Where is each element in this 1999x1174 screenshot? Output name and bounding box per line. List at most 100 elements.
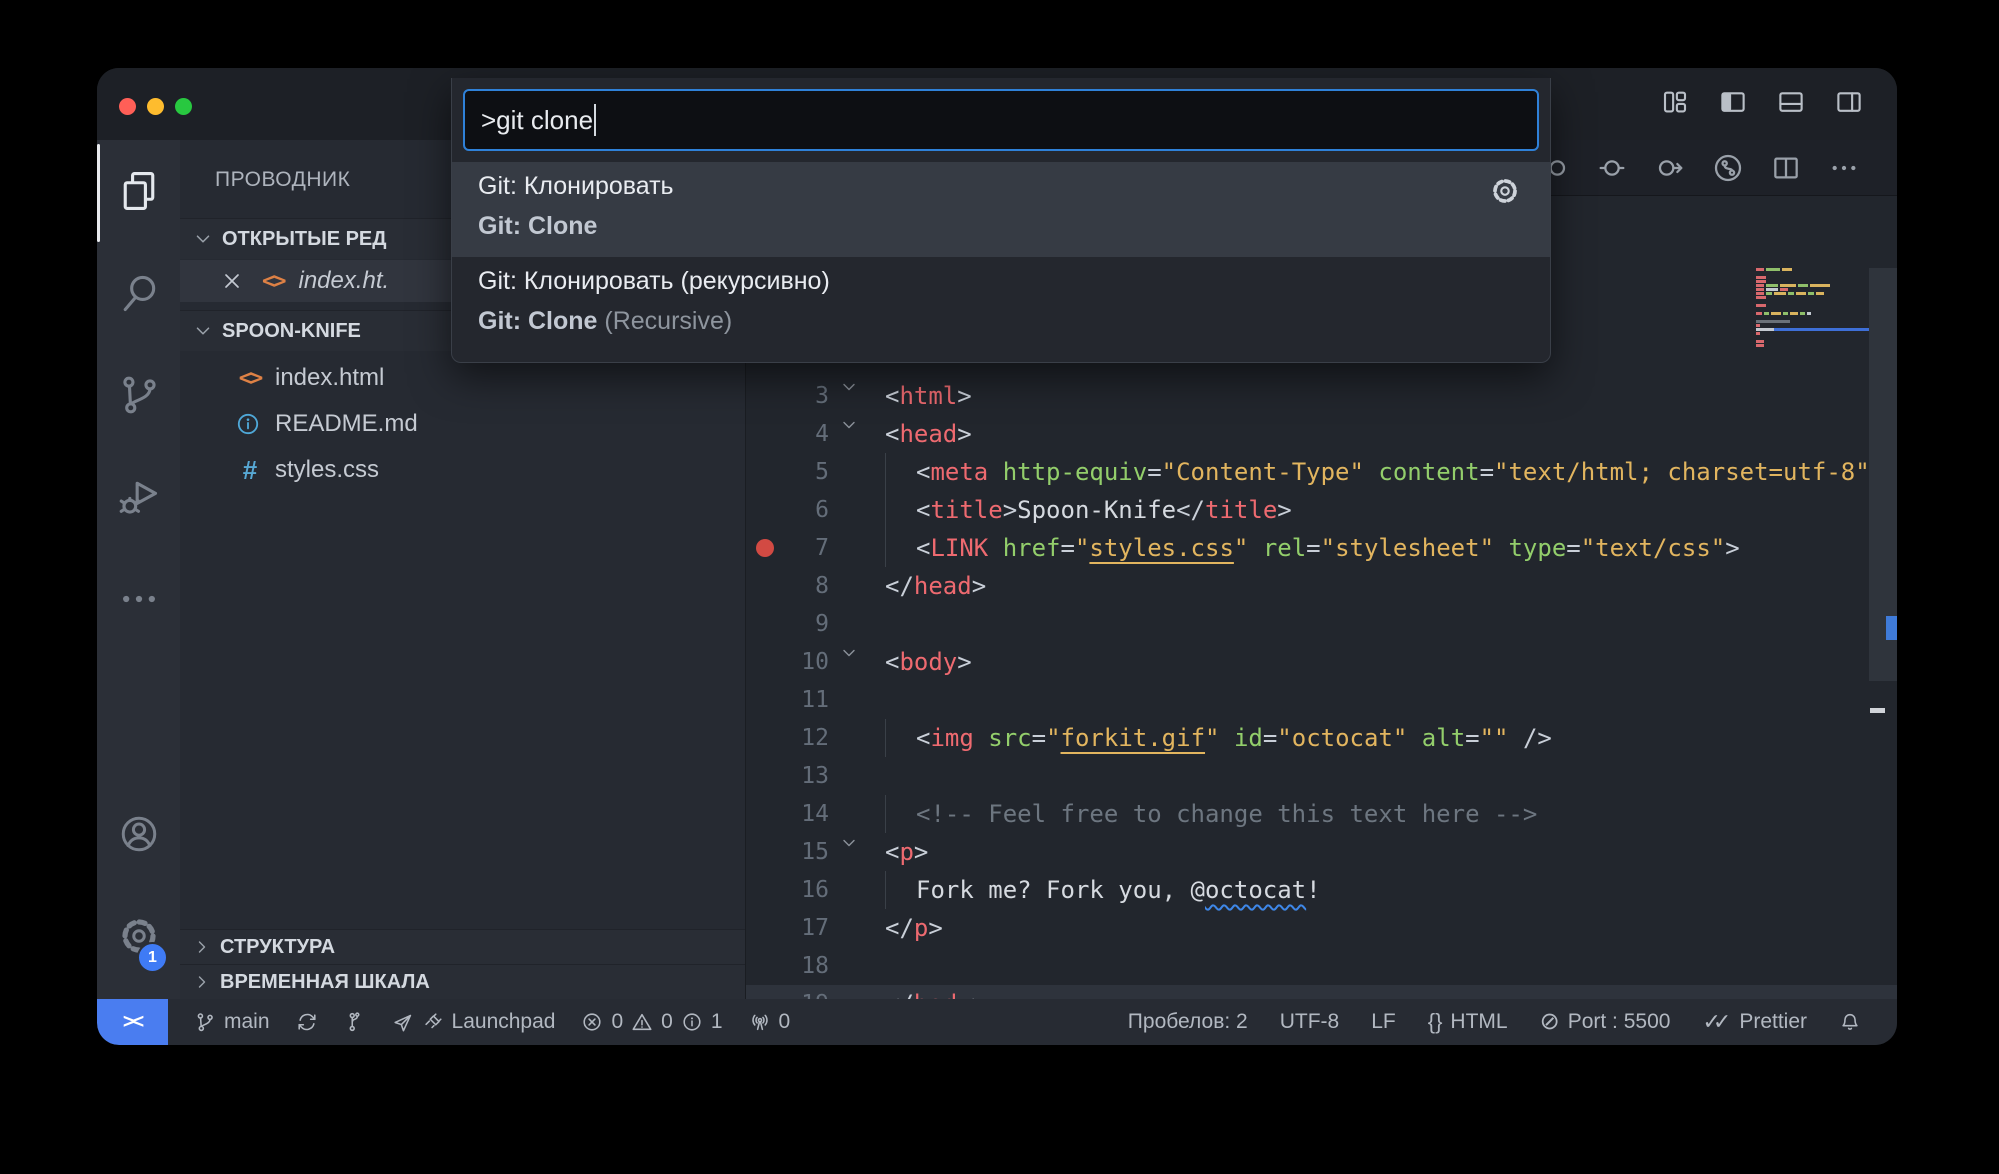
fold-chevron-icon [839, 377, 859, 397]
status-label: Prettier [1739, 1010, 1807, 1034]
code-line-3[interactable]: 3<html> [746, 377, 1897, 415]
layout-toggle-button[interactable] [1659, 86, 1691, 118]
command-input[interactable]: >git clone [463, 89, 1539, 151]
fold-toggle[interactable] [839, 833, 859, 853]
line-number: 4 [746, 415, 829, 453]
code-line-4[interactable]: 4<head> [746, 415, 1897, 453]
split-button[interactable] [1768, 150, 1804, 186]
code-line-17[interactable]: 17</p> [746, 909, 1897, 947]
minimap-line [1756, 320, 1869, 323]
code-line-5[interactable]: 5 <meta http-equiv="Content-Type" content… [746, 453, 1897, 491]
sidebar-item-search[interactable] [97, 242, 180, 344]
code-text: <LINK href="styles.css" rel="stylesheet"… [885, 529, 1740, 567]
code-line-14[interactable]: 14<!-- Feel free to change this text her… [746, 795, 1897, 833]
section-header-СТРУКТУРА[interactable]: СТРУКТУРА [180, 929, 745, 964]
configure-keybinding-button[interactable] [1490, 176, 1520, 206]
git-branch-icon [194, 1011, 216, 1033]
text-cursor [594, 104, 596, 136]
sync-status[interactable] [296, 1011, 318, 1033]
panel-right-toggle-button[interactable] [1833, 86, 1865, 118]
code-line-13[interactable]: 13 [746, 757, 1897, 795]
code-line-18[interactable]: 18 [746, 947, 1897, 985]
status-label: main [224, 1010, 270, 1034]
section-label: ВРЕМЕННАЯ ШКАЛА [220, 971, 430, 994]
code-line-19[interactable]: 19</body> [746, 985, 1897, 999]
braces-icon: {} [1428, 1011, 1443, 1033]
line-number: 12 [746, 719, 829, 757]
close-window-button[interactable] [119, 98, 136, 115]
nav-dot-button[interactable] [1594, 150, 1630, 186]
chevron-right-icon [192, 972, 212, 992]
code-line-16[interactable]: 16Fork me? Fork you, @octocat! [746, 871, 1897, 909]
sidebar-item-source-control[interactable] [97, 344, 180, 446]
sidebar-item-run-debug[interactable] [97, 446, 180, 548]
minimap-line [1756, 288, 1869, 291]
line-number: 5 [746, 453, 829, 491]
branch-status[interactable]: main [194, 1010, 270, 1034]
html-file-icon: <> [235, 366, 265, 391]
code-line-7[interactable]: 7<LINK href="styles.css" rel="stylesheet… [746, 529, 1897, 567]
problems-status[interactable]: 001 [581, 1010, 722, 1034]
close-icon [220, 269, 244, 293]
close-icon[interactable] [220, 269, 244, 293]
fold-toggle[interactable] [839, 643, 859, 663]
minimap-line [1756, 344, 1869, 347]
notifications-bell[interactable] [1839, 1011, 1861, 1033]
launchpad-status[interactable]: Launchpad [392, 1010, 556, 1034]
panel-bottom-icon [1776, 87, 1806, 117]
live-server-status[interactable]: ⊘Port : 5500 [1540, 1010, 1671, 1034]
editor-scrollbar[interactable] [1869, 140, 1897, 999]
vscode-window: 1 ПРОВОДНИК ОТКРЫТЫЕ РЕД <> index.ht. SP… [97, 68, 1897, 1045]
zoom-window-button[interactable] [175, 98, 192, 115]
code-line-6[interactable]: 6<title>Spoon-Knife</title> [746, 491, 1897, 529]
file-item-README.md[interactable]: README.md [180, 401, 745, 447]
sidebar-item-more-views[interactable] [97, 548, 180, 650]
sidebar-item-explorer[interactable] [97, 140, 180, 242]
section-label: СТРУКТУРА [220, 936, 335, 959]
language-status[interactable]: {}HTML [1428, 1010, 1508, 1034]
code-line-8[interactable]: 8</head> [746, 567, 1897, 605]
nav-fwd-button[interactable] [1652, 150, 1688, 186]
more-button[interactable] [1826, 150, 1862, 186]
info-file-icon [235, 411, 265, 437]
status-label: 0 [779, 1010, 791, 1034]
code-text: <!-- Feel free to change this text here … [885, 795, 1537, 833]
broadcast-status[interactable]: 0 [749, 1010, 791, 1034]
minimap-line [1756, 332, 1869, 335]
git-circle-button[interactable] [1710, 150, 1746, 186]
file-list: <>index.htmlREADME.md#styles.css [180, 355, 745, 493]
encoding-status[interactable]: UTF-8 [1280, 1010, 1340, 1034]
panel-left-toggle-button[interactable] [1717, 86, 1749, 118]
fold-chevron-icon [839, 643, 859, 663]
activity-bar: 1 [97, 140, 180, 999]
section-header-ВРЕМЕННАЯ ШКАЛА[interactable]: ВРЕМЕННАЯ ШКАЛА [180, 964, 745, 999]
status-label: >< [123, 1011, 142, 1034]
pipeline-status[interactable] [344, 1011, 366, 1033]
fold-toggle[interactable] [839, 415, 859, 435]
line-number: 10 [746, 643, 829, 681]
file-item-styles.css[interactable]: #styles.css [180, 447, 745, 493]
indentation-status[interactable]: Пробелов: 2 [1128, 1010, 1248, 1034]
code-line-12[interactable]: 12<img src="forkit.gif" id="octocat" alt… [746, 719, 1897, 757]
remote-indicator[interactable]: >< [97, 999, 168, 1045]
code-text: <meta http-equiv="Content-Type" content=… [885, 453, 1897, 491]
status-label: UTF-8 [1280, 1010, 1340, 1034]
code-line-10[interactable]: 10<body> [746, 643, 1897, 681]
file-name: styles.css [275, 456, 379, 484]
minimize-window-button[interactable] [147, 98, 164, 115]
code-line-11[interactable]: 11 [746, 681, 1897, 719]
eol-status[interactable]: LF [1371, 1010, 1396, 1034]
sidebar-item-accounts[interactable] [97, 783, 180, 885]
code-line-15[interactable]: 15<p> [746, 833, 1897, 871]
minimap[interactable] [1756, 268, 1869, 348]
prettier-status[interactable]: ✓✓Prettier [1702, 1010, 1807, 1034]
code-line-9[interactable]: 9 [746, 605, 1897, 643]
chevron-down-icon [192, 320, 214, 342]
indent-guide [885, 719, 916, 757]
sidebar-item-settings[interactable]: 1 [97, 885, 180, 987]
panel-bottom-toggle-button[interactable] [1775, 86, 1807, 118]
minimap-line [1756, 296, 1869, 299]
command-item[interactable]: Git: КлонироватьGit: Clone [452, 162, 1550, 257]
fold-toggle[interactable] [839, 377, 859, 397]
command-item[interactable]: Git: Клонировать (рекурсивно)Git: Clone … [452, 257, 1550, 352]
